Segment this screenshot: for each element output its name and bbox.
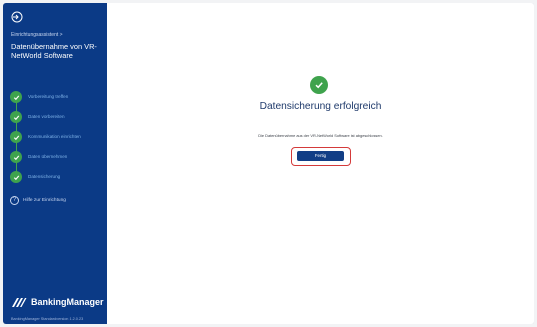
step-item: Kommunikation einrichten [10, 131, 106, 143]
content-panel: Datensicherung erfolgreich Die Datenüber… [107, 3, 534, 324]
brand-name: BankingManager [31, 297, 104, 307]
button-highlight: Fertig [291, 147, 351, 166]
step-item: Daten vorbereiten [10, 111, 106, 123]
step-item: Daten übernehmen [10, 151, 106, 163]
brand: BankingManager [11, 295, 107, 309]
success-check-icon [310, 76, 328, 94]
step-label: Datensicherung [28, 174, 61, 179]
step-label: Daten übernehmen [28, 154, 68, 159]
sidebar: Einrichtungsassistent > Datenübernahme v… [3, 3, 107, 324]
completion-message: Die Datenübernahme aus der VR-NetWorld S… [258, 133, 383, 138]
step-label: Vorbereitung treffen [28, 94, 69, 99]
version-text: BankingManager Standardversion 1.2.0.23 [11, 317, 84, 321]
check-icon [10, 131, 22, 143]
step-item: Vorbereitung treffen [10, 91, 106, 103]
breadcrumb[interactable]: Einrichtungsassistent > [11, 32, 63, 38]
step-item: Datensicherung [10, 171, 106, 183]
check-icon [10, 91, 22, 103]
step-label: Kommunikation einrichten [28, 134, 81, 139]
help-link[interactable]: ? Hilfe zur Einrichtung [10, 196, 106, 206]
help-label: Hilfe zur Einrichtung [23, 198, 66, 203]
check-icon [10, 111, 22, 123]
step-list: Vorbereitung treffen Daten vorbereiten K… [3, 87, 107, 187]
step-label: Daten vorbereiten [28, 114, 65, 119]
page-title: Datensicherung erfolgreich [259, 101, 382, 112]
banking-manager-logo-icon [12, 298, 27, 307]
finish-button[interactable]: Fertig [297, 151, 344, 161]
exit-icon[interactable] [11, 11, 23, 23]
sidebar-title: Datenübernahme von VR-NetWorld Software [11, 42, 97, 60]
check-icon [10, 151, 22, 163]
help-icon: ? [10, 196, 19, 205]
check-icon [10, 171, 22, 183]
